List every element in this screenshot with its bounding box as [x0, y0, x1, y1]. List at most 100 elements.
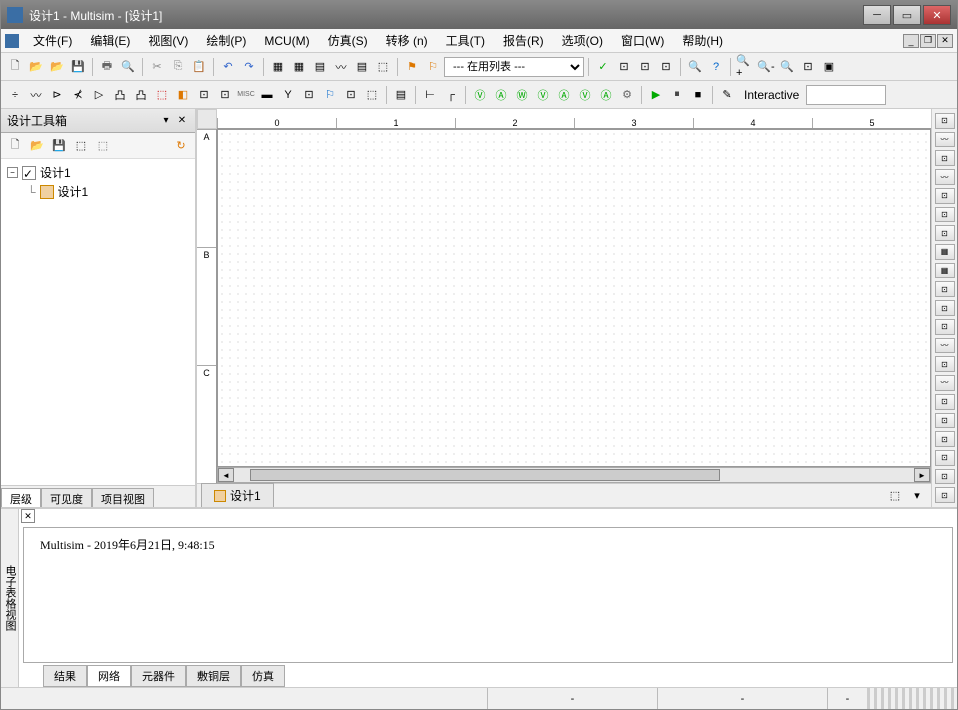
menu-tools[interactable]: 工具(T) [438, 30, 493, 51]
undo-button[interactable]: ↶ [218, 57, 238, 77]
current-probe-icon[interactable]: ⊡ [935, 487, 955, 503]
menu-file[interactable]: 文件(F) [25, 30, 80, 51]
output-close-icon[interactable]: ✕ [21, 509, 35, 523]
circ5-icon[interactable]: Ⓐ [554, 85, 574, 105]
misc-digital-icon[interactable]: ⬚ [152, 85, 172, 105]
tree-root[interactable]: − ✓ 设计1 [5, 163, 191, 182]
menu-options[interactable]: 选项(O) [554, 30, 611, 51]
diode-icon[interactable]: ⊳ [47, 85, 67, 105]
zoom-fit-icon[interactable]: ⊡ [798, 57, 818, 77]
open-sample-button[interactable]: 📂 [47, 57, 67, 77]
menu-edit[interactable]: 编辑(E) [82, 30, 138, 51]
cut-button[interactable]: ✂ [147, 57, 167, 77]
print-preview-button[interactable]: 🔍 [118, 57, 138, 77]
partlist-icon[interactable]: ▤ [310, 57, 330, 77]
scroll-right-arrow[interactable]: ► [914, 468, 930, 482]
freq-counter-icon[interactable]: ⊡ [935, 225, 955, 241]
oscilloscope-icon[interactable]: 〰 [935, 169, 955, 185]
analog-icon[interactable]: ▷ [89, 85, 109, 105]
output-tab-copper[interactable]: 敷铜层 [186, 665, 241, 687]
probe-icon[interactable]: ✎ [717, 85, 737, 105]
settings-icon[interactable]: ⚙ [617, 85, 637, 105]
advanced-icon[interactable]: ▬ [257, 85, 277, 105]
connector-icon[interactable]: ⊡ [341, 85, 361, 105]
close-button[interactable]: ✕ [923, 5, 951, 25]
flag-icon[interactable]: ⚑ [402, 57, 422, 77]
circ3-icon[interactable]: Ⓦ [512, 85, 532, 105]
analysis-icon[interactable]: 〰 [331, 57, 351, 77]
indicator-icon[interactable]: ⊡ [194, 85, 214, 105]
basic-icon[interactable]: 〰 [26, 85, 46, 105]
grapher-icon[interactable]: ▦ [289, 57, 309, 77]
save-button[interactable]: 💾 [68, 57, 88, 77]
print-button[interactable]: 🖶 [97, 57, 117, 77]
panel-tab-visibility[interactable]: 可见度 [41, 488, 92, 507]
inuse-list-combo[interactable]: --- 在用列表 --- [444, 57, 584, 77]
electromech-icon[interactable]: ⊡ [299, 85, 319, 105]
menu-help[interactable]: 帮助(H) [674, 30, 731, 51]
four-ch-scope-icon[interactable]: ⊡ [935, 188, 955, 204]
mdi-close[interactable]: ✕ [937, 34, 953, 48]
ni-icon[interactable]: ⚐ [320, 85, 340, 105]
logic-converter-icon[interactable]: ⊡ [935, 281, 955, 297]
agilent-scope-icon[interactable]: ⊡ [935, 413, 955, 429]
spreadsheet-icon[interactable]: ▦ [268, 57, 288, 77]
redo-button[interactable]: ↷ [239, 57, 259, 77]
cmos-icon[interactable]: 凸 [131, 85, 151, 105]
output-tab-results[interactable]: 结果 [43, 665, 87, 687]
tab-dropdown-icon[interactable]: ▾ [907, 486, 927, 506]
circ2-icon[interactable]: Ⓐ [491, 85, 511, 105]
mdi-minimize[interactable]: _ [903, 34, 919, 48]
run-button[interactable]: ▶ [646, 85, 666, 105]
panel-new-icon[interactable]: 🗋 [5, 136, 25, 156]
paste-button[interactable]: 📋 [189, 57, 209, 77]
menu-mcu[interactable]: MCU(M) [256, 32, 317, 50]
menu-draw[interactable]: 绘制(P) [198, 30, 254, 51]
check-button[interactable]: ✓ [593, 57, 613, 77]
panel-tab-hierarchy[interactable]: 层级 [1, 488, 41, 507]
output-tab-simulation[interactable]: 仿真 [241, 665, 285, 687]
bus-icon[interactable]: ⊢ [420, 85, 440, 105]
labview-icon[interactable]: ⊡ [935, 450, 955, 466]
panel-close-icon[interactable]: ✕ [175, 114, 189, 128]
menu-view[interactable]: 视图(V) [140, 30, 196, 51]
document-tab[interactable]: 设计1 [201, 483, 274, 508]
function-gen-icon[interactable]: 〰 [935, 132, 955, 148]
trace-icon[interactable]: ⊡ [635, 57, 655, 77]
hierarchy-icon[interactable]: ▤ [391, 85, 411, 105]
menu-simulate[interactable]: 仿真(S) [320, 30, 376, 51]
copy-button[interactable]: ⎘ [168, 57, 188, 77]
component-icon[interactable]: ⬚ [373, 57, 393, 77]
maximize-button[interactable]: ▭ [893, 5, 921, 25]
circ4-icon[interactable]: Ⓥ [533, 85, 553, 105]
flag2-icon[interactable]: ⚐ [423, 57, 443, 77]
output-tab-components[interactable]: 元器件 [131, 665, 186, 687]
zoom-area-icon[interactable]: 🔍 [777, 57, 797, 77]
menu-reports[interactable]: 报告(R) [495, 30, 552, 51]
fullscreen-icon[interactable]: ▣ [819, 57, 839, 77]
schematic-canvas[interactable] [217, 129, 931, 467]
tree-collapse-icon[interactable]: − [7, 167, 18, 178]
zoom-in-icon[interactable]: 🔍+ [735, 57, 755, 77]
panel-open-icon[interactable]: 📂 [27, 136, 47, 156]
find-icon[interactable]: 🔍 [685, 57, 705, 77]
junction-icon[interactable]: ┌ [441, 85, 461, 105]
output-side-label[interactable]: 电子表格视图 [1, 509, 19, 687]
help-icon[interactable]: ? [706, 57, 726, 77]
export-icon[interactable]: ⊡ [656, 57, 676, 77]
elvis-icon[interactable]: ⊡ [935, 469, 955, 485]
stop-button[interactable]: ■ [688, 85, 708, 105]
menu-transfer[interactable]: 转移 (n) [378, 30, 436, 51]
circ1-icon[interactable]: Ⓥ [470, 85, 490, 105]
spectrum-icon[interactable]: 〰 [935, 338, 955, 354]
ttl-icon[interactable]: 凸 [110, 85, 130, 105]
mixed-icon[interactable]: ◧ [173, 85, 193, 105]
panel-save-icon[interactable]: 💾 [49, 136, 69, 156]
pause-button[interactable]: ⏸ [667, 85, 687, 105]
horizontal-scrollbar[interactable]: ◄ ► [217, 467, 931, 483]
distortion-icon[interactable]: ⊡ [935, 319, 955, 335]
circ7-icon[interactable]: Ⓐ [596, 85, 616, 105]
mdi-restore[interactable]: ❐ [920, 34, 936, 48]
interactive-field[interactable] [806, 85, 886, 105]
power-icon[interactable]: ⊡ [215, 85, 235, 105]
